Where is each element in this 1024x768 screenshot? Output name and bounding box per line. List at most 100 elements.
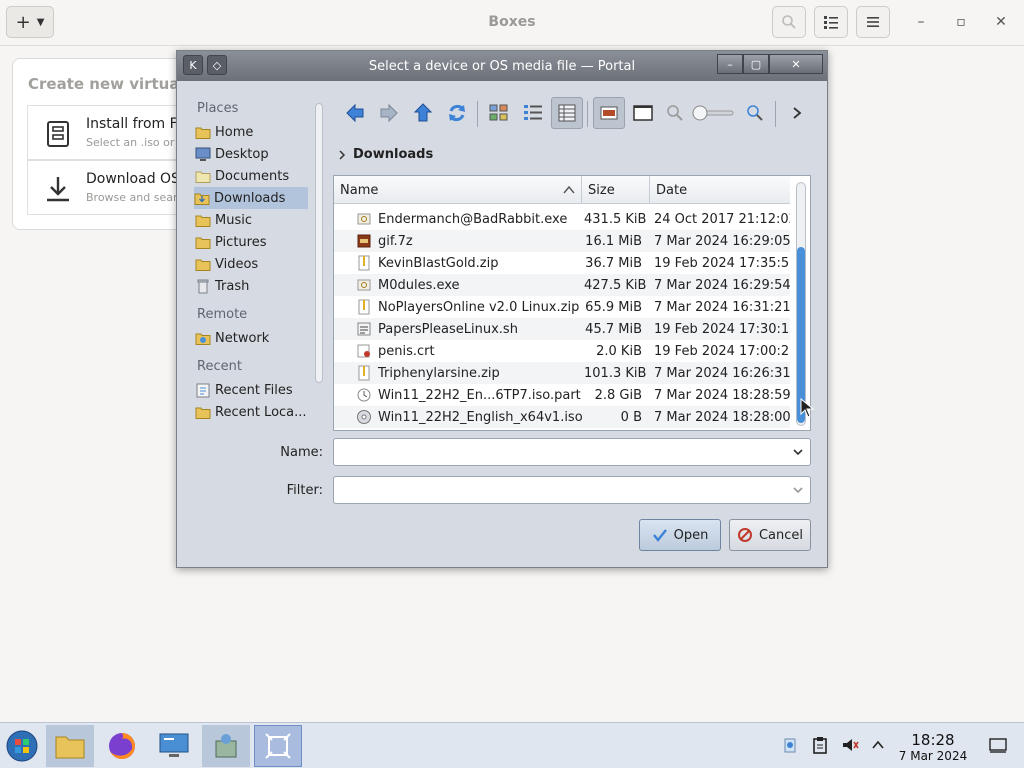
place-network[interactable]: Network	[195, 327, 307, 349]
breadcrumb[interactable]: Downloads	[337, 147, 433, 162]
panel-toggle-button[interactable]	[627, 97, 659, 129]
place-recent-files[interactable]: Recent Files	[195, 379, 307, 401]
maximize-icon: ▢	[750, 57, 762, 71]
maximize-button[interactable]: ▫	[952, 14, 970, 32]
dialog-titlebar[interactable]: K ◇ Select a device or OS media file — P…	[177, 51, 827, 81]
maximize-icon: ▫	[956, 14, 966, 30]
detail-view-button[interactable]	[551, 97, 583, 129]
place-home[interactable]: Home	[195, 121, 307, 143]
place-music[interactable]: Music	[195, 209, 307, 231]
place-documents[interactable]: Documents	[195, 165, 307, 187]
checkmark-icon	[652, 529, 667, 542]
open-button[interactable]: Open	[639, 519, 721, 551]
taskbar-clock[interactable]: 18:28 7 Mar 2024	[896, 731, 970, 763]
place-videos-label: Videos	[215, 256, 259, 272]
place-trash[interactable]: Trash	[195, 275, 307, 297]
reload-button[interactable]	[441, 97, 473, 129]
file-name: PapersPleaseLinux.sh	[378, 322, 518, 337]
file-list-scroll-thumb[interactable]	[797, 247, 805, 423]
file-row[interactable]: penis.crt 2.0 KiB 19 Feb 2024 17:00:23	[334, 340, 790, 362]
place-recent-locations[interactable]: Recent Loca...	[195, 401, 307, 423]
chevron-right-icon	[339, 149, 346, 160]
show-desktop-button[interactable]	[988, 735, 1008, 755]
file-row[interactable]: M0dules.exe 427.5 KiB 7 Mar 2024 16:29:5…	[334, 274, 790, 296]
tray-volume[interactable]	[840, 735, 860, 755]
file-list-scrollbar[interactable]	[796, 182, 806, 426]
column-size[interactable]: Size	[582, 176, 650, 204]
main-menu-button[interactable]	[856, 6, 890, 38]
file-row[interactable]: Win11_22H2_English_x64v1.iso 0 B 7 Mar 2…	[334, 406, 790, 428]
file-size: 431.5 KiB	[584, 212, 647, 227]
file-row[interactable]: Win11_22H2_En...6TP7.iso.part 2.8 GiB 7 …	[334, 384, 790, 406]
toolbar-separator	[587, 101, 588, 127]
chevron-down-icon[interactable]	[792, 446, 804, 458]
column-date-label: Date	[656, 182, 688, 198]
file-row[interactable]: Endermanch@BadRabbit.exe 431.5 KiB 24 Oc…	[334, 208, 790, 230]
up-button[interactable]	[407, 97, 439, 129]
file-name: Endermanch@BadRabbit.exe	[378, 212, 568, 227]
script-icon	[356, 321, 372, 337]
preview-toggle-button[interactable]	[593, 97, 625, 129]
file-row[interactable]: PapersPleaseLinux.sh 45.7 MiB 19 Feb 202…	[334, 318, 790, 340]
column-name[interactable]: Name	[334, 176, 582, 204]
icon-view-button[interactable]	[483, 97, 515, 129]
file-name: penis.crt	[378, 344, 435, 359]
compact-view-icon	[524, 105, 542, 120]
file-row[interactable]: KevinBlastGold.zip 36.7 MiB 19 Feb 2024 …	[334, 252, 790, 274]
tray-updates[interactable]	[780, 735, 800, 755]
tray-expand[interactable]	[868, 735, 888, 755]
taskbar: 18:28 7 Mar 2024	[0, 722, 1024, 768]
file-size: 0 B	[620, 410, 642, 425]
close-button[interactable]: ✕	[992, 14, 1010, 32]
place-videos[interactable]: Videos	[195, 253, 307, 275]
file-date: 19 Feb 2024 17:35:56	[654, 256, 790, 271]
dialog-maximize-button[interactable]: ▢	[743, 54, 769, 74]
place-desktop-label: Desktop	[215, 146, 269, 162]
place-desktop[interactable]: Desktop	[195, 143, 307, 165]
zoom-in-button[interactable]	[739, 97, 771, 129]
place-pictures[interactable]: Pictures	[195, 231, 307, 253]
list-view-button[interactable]	[814, 6, 848, 38]
dialog-minimize-button[interactable]: –	[717, 54, 743, 74]
taskbar-firefox[interactable]	[98, 725, 146, 767]
cancel-button[interactable]: Cancel	[729, 519, 811, 551]
search-icon	[782, 15, 796, 29]
more-options-button[interactable]	[781, 97, 813, 129]
taskbar-remote-desktop[interactable]	[150, 725, 198, 767]
partial-download-icon	[356, 387, 372, 403]
place-downloads[interactable]: Downloads	[194, 187, 308, 209]
column-date[interactable]: Date	[650, 176, 790, 204]
file-list: Name Size Date Endermanch@BadRabbit.exe …	[333, 175, 811, 431]
mouse-cursor-icon	[800, 398, 814, 418]
file-list-body: Endermanch@BadRabbit.exe 431.5 KiB 24 Oc…	[334, 204, 790, 430]
name-label: Name:	[280, 445, 323, 460]
search-button[interactable]	[772, 6, 806, 38]
filter-combobox[interactable]	[333, 476, 811, 504]
zoom-slider[interactable]	[689, 97, 737, 129]
file-date: 7 Mar 2024 16:26:31	[654, 366, 790, 381]
network-icon	[195, 330, 211, 346]
executable-icon	[356, 211, 372, 227]
file-row[interactable]: NoPlayersOnline v2.0 Linux.zip 65.9 MiB …	[334, 296, 790, 318]
taskbar-file-manager[interactable]	[46, 725, 94, 767]
zoom-out-button[interactable]	[659, 97, 691, 129]
start-menu-button[interactable]	[0, 725, 44, 767]
file-name: NoPlayersOnline v2.0 Linux.zip	[378, 300, 580, 315]
breadcrumb-downloads[interactable]: Downloads	[353, 147, 433, 162]
name-combobox[interactable]	[333, 438, 811, 466]
file-cabinet-icon	[47, 121, 69, 147]
minimize-button[interactable]: –	[912, 14, 930, 32]
taskbar-boxes[interactable]	[254, 725, 302, 767]
tray-clipboard[interactable]	[810, 735, 830, 755]
back-button[interactable]	[339, 97, 371, 129]
documents-folder-icon	[195, 168, 211, 184]
videos-folder-icon	[195, 256, 211, 272]
file-row[interactable]: Triphenylarsine.zip 101.3 KiB 7 Mar 2024…	[334, 362, 790, 384]
taskbar-package-manager[interactable]	[202, 725, 250, 767]
compact-view-button[interactable]	[517, 97, 549, 129]
forward-button[interactable]	[373, 97, 405, 129]
dialog-close-button[interactable]: ✕	[769, 54, 823, 74]
chevron-down-icon[interactable]	[792, 484, 804, 496]
file-row[interactable]: gif.7z 16.1 MiB 7 Mar 2024 16:29:05	[334, 230, 790, 252]
places-scrollbar[interactable]	[315, 103, 323, 383]
